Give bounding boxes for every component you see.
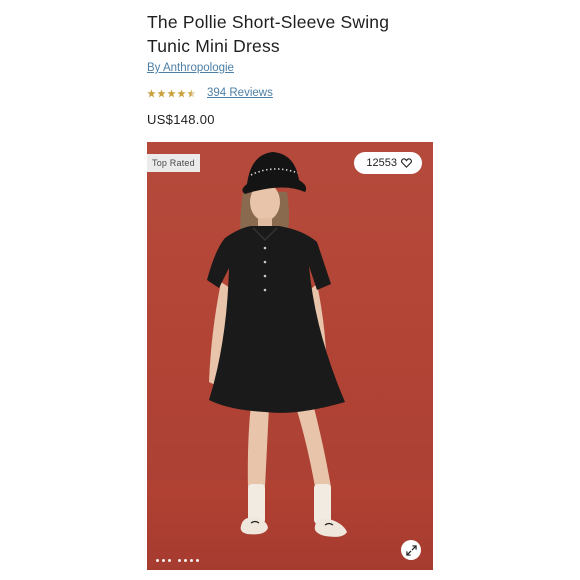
brand-link[interactable]: By Anthropologie: [147, 62, 234, 74]
star-rating: [147, 88, 197, 98]
star-icon: [147, 88, 156, 97]
gallery-pagination[interactable]: [156, 559, 202, 562]
expand-arrows-icon: [405, 544, 417, 556]
expand-image-button[interactable]: [401, 540, 421, 560]
pagination-dot[interactable]: [196, 559, 199, 562]
star-icon: [167, 88, 176, 97]
star-icon: [157, 88, 166, 97]
pagination-dot[interactable]: [178, 559, 181, 562]
reviews-link[interactable]: 394 Reviews: [207, 87, 273, 99]
like-count: 12553: [366, 157, 397, 169]
favorite-button[interactable]: 12553: [354, 152, 422, 174]
star-icon: [177, 88, 186, 97]
product-title-line-1: The Pollie Short-Sleeve Swing: [147, 12, 390, 32]
product-photo: [207, 152, 347, 537]
heart-outline-icon: [401, 158, 412, 168]
pagination-dot[interactable]: [190, 559, 193, 562]
pagination-dot[interactable]: [162, 559, 165, 562]
top-rated-badge: Top Rated: [147, 154, 200, 172]
pagination-dot[interactable]: [156, 559, 159, 562]
pagination-dot[interactable]: [168, 559, 171, 562]
half-star-icon: [187, 88, 196, 97]
rating-row: 394 Reviews: [147, 86, 273, 100]
product-price: US$148.00: [147, 112, 215, 127]
product-title: The Pollie Short-Sleeve Swing Tunic Mini…: [147, 10, 447, 58]
product-title-line-2: Tunic Mini Dress: [147, 36, 280, 56]
product-image-gallery[interactable]: Top Rated 12553: [147, 142, 433, 570]
pagination-dot[interactable]: [184, 559, 187, 562]
